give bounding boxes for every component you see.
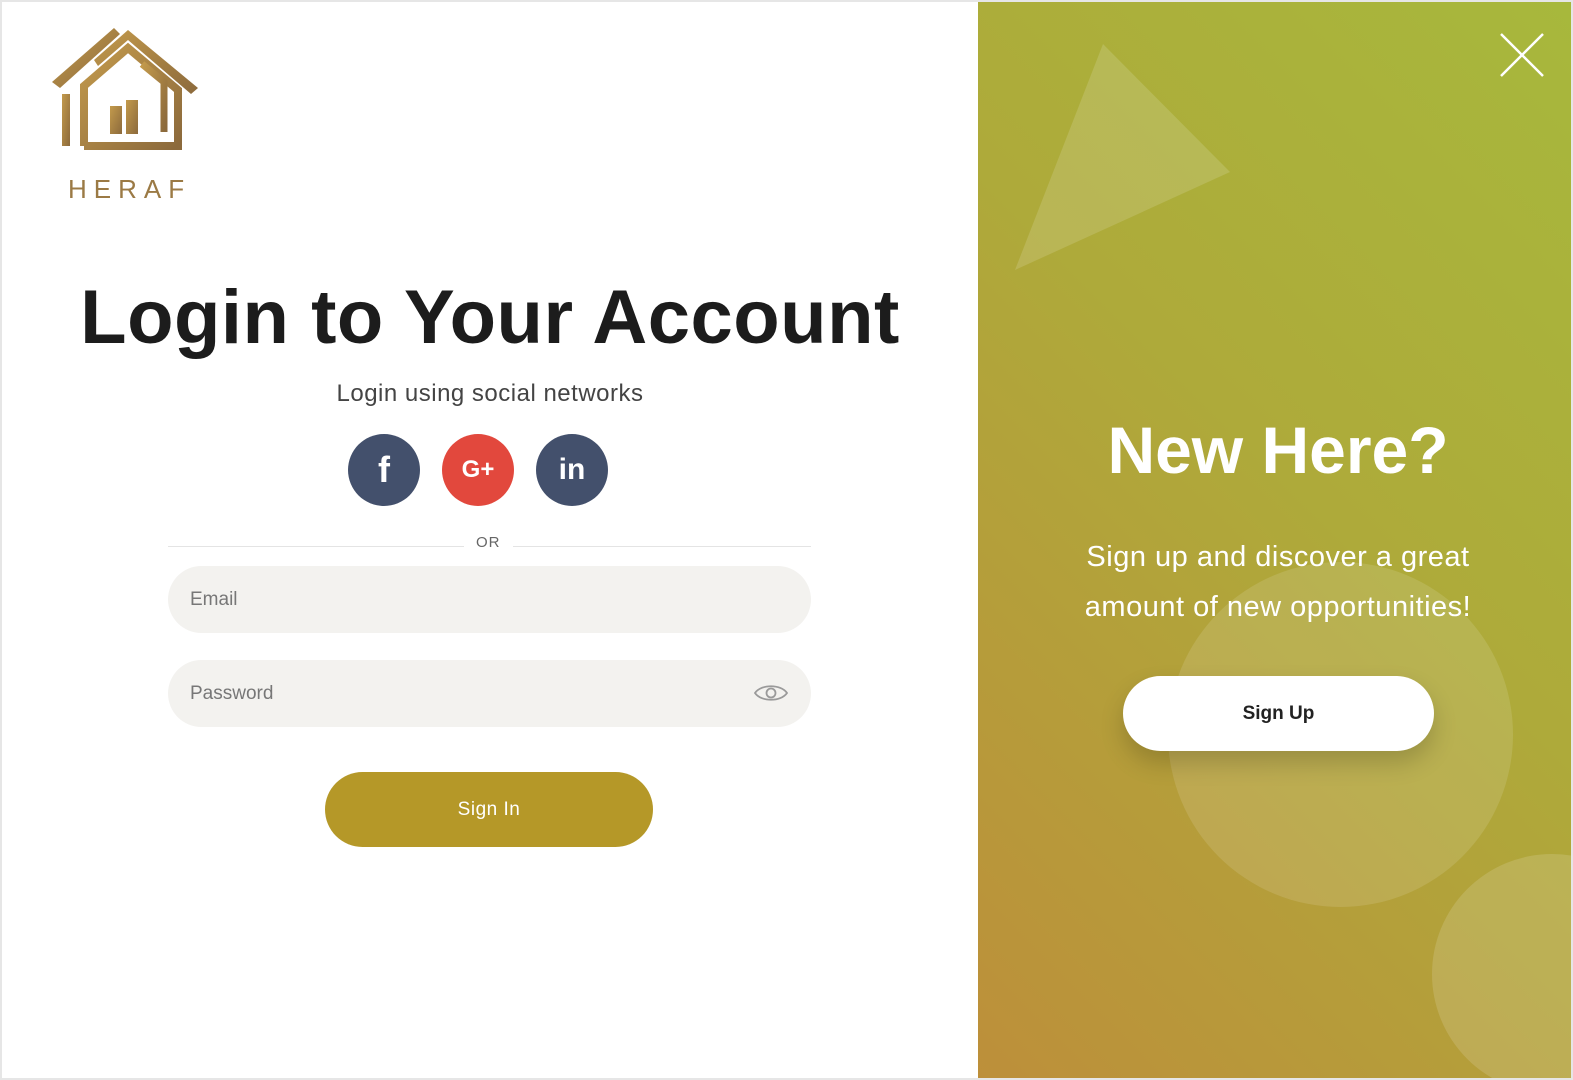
google-plus-icon: G+ (461, 456, 495, 483)
email-field[interactable] (190, 566, 750, 633)
google-plus-login-button[interactable]: G+ (442, 434, 514, 506)
password-field-wrapper (168, 660, 811, 727)
facebook-login-button[interactable]: f (348, 434, 420, 506)
login-modal: HERAF Login to Your Account Login using … (0, 0, 1573, 1080)
sign-in-button[interactable]: Sign In (325, 772, 653, 847)
show-password-icon[interactable] (753, 680, 789, 706)
decorative-triangle (1015, 44, 1230, 270)
signup-description: Sign up and discover a great amount of n… (1084, 541, 1472, 623)
page-title: Login to Your Account (80, 275, 900, 360)
linkedin-icon: in (558, 453, 586, 486)
signup-title: New Here? (1107, 413, 1449, 487)
social-login-label: Login using social networks (336, 380, 644, 407)
sign-up-button[interactable]: Sign Up (1123, 676, 1434, 751)
brand-name: HERAF (68, 174, 192, 204)
linkedin-login-button[interactable]: in (536, 434, 608, 506)
signup-panel: New Here? Sign up and discover a great a… (978, 2, 1571, 1078)
divider-label: OR (464, 534, 513, 551)
decorative-circle (1432, 854, 1571, 1078)
login-panel: HERAF Login to Your Account Login using … (2, 2, 978, 1078)
email-field-wrapper (168, 566, 811, 633)
brand-logo: HERAF (48, 24, 208, 204)
facebook-icon: f (378, 449, 390, 490)
password-field[interactable] (190, 660, 750, 727)
close-icon[interactable] (1499, 32, 1545, 78)
house-logo-icon (52, 28, 198, 150)
social-login-buttons: f G+ in (348, 434, 608, 506)
